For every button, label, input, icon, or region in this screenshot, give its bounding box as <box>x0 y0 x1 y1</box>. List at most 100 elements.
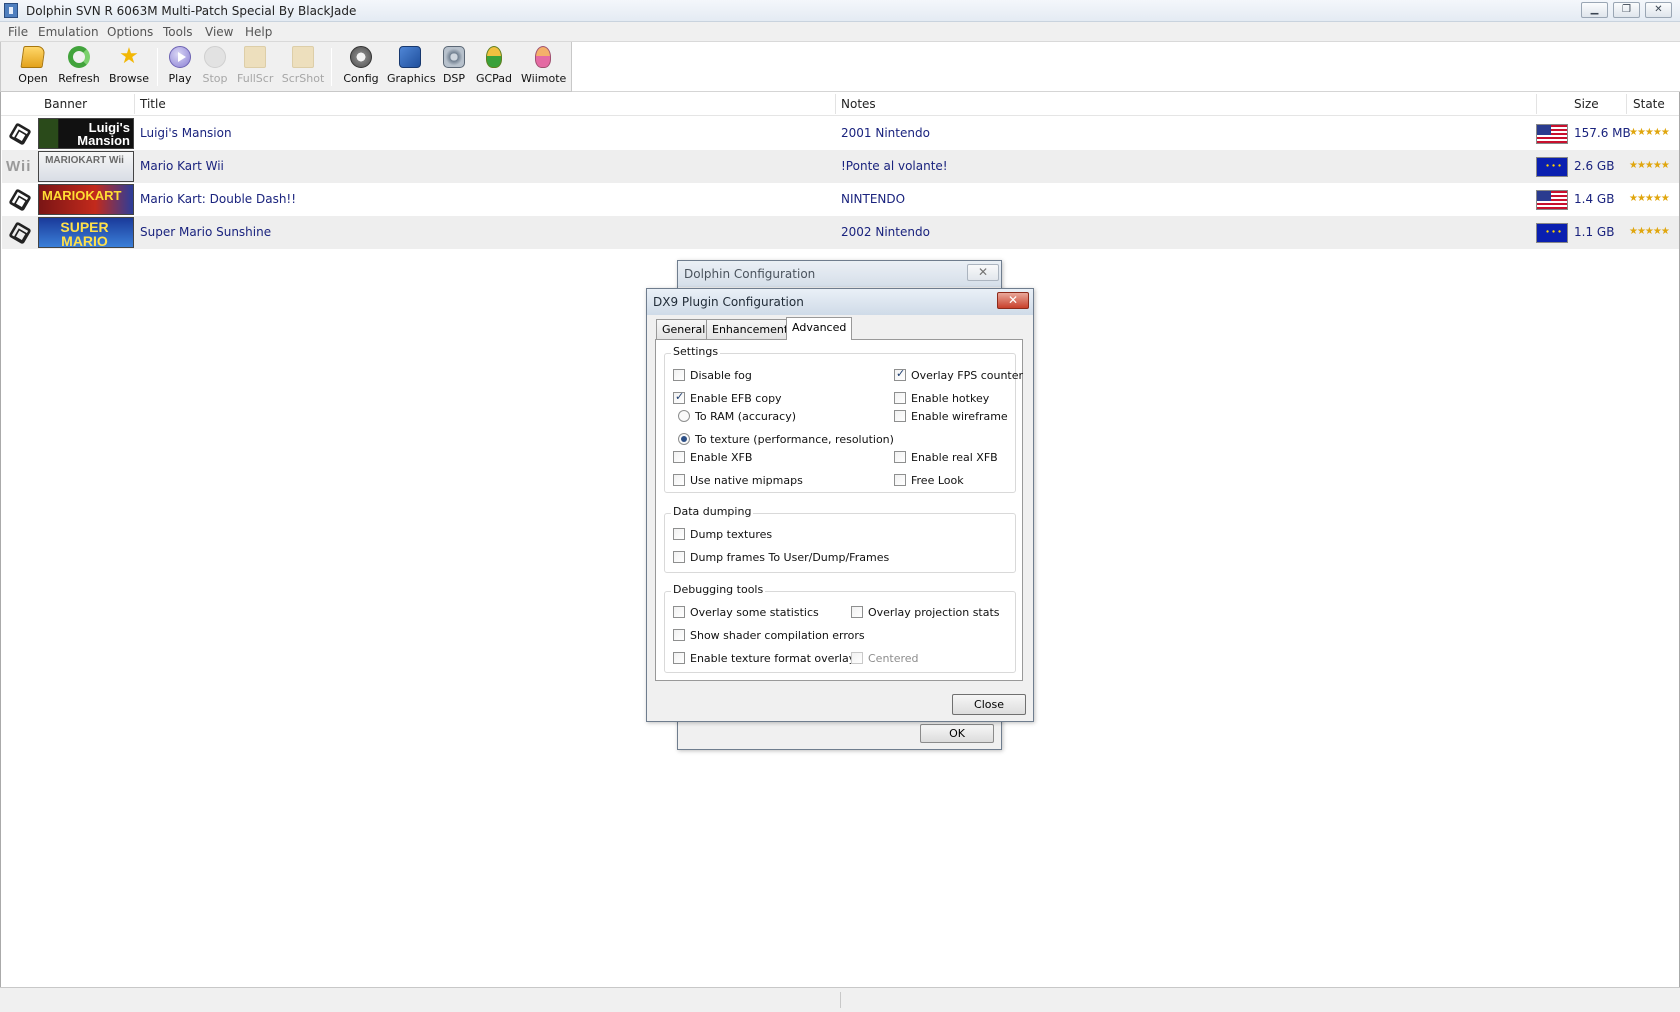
star-icon: ★ <box>119 44 139 69</box>
option-label: To RAM (accuracy) <box>695 410 796 423</box>
dsp-button[interactable]: DSP <box>439 46 469 90</box>
column-divider[interactable] <box>1626 94 1627 114</box>
status-bar <box>0 987 1680 1012</box>
game-size: 2.6 GB <box>1574 159 1615 173</box>
game-size: 157.6 MB <box>1574 126 1631 140</box>
column-banner[interactable]: Banner <box>44 97 87 111</box>
graphics-button[interactable]: Graphics <box>387 46 436 90</box>
game-size: 1.4 GB <box>1574 192 1615 206</box>
column-divider[interactable] <box>134 94 135 114</box>
screenshot-button[interactable]: ScrShot <box>281 46 325 90</box>
menu-file[interactable]: File <box>8 25 28 39</box>
close-icon[interactable]: ✕ <box>997 292 1029 309</box>
refresh-label: Refresh <box>58 72 100 85</box>
browse-button[interactable]: ★ Browse <box>107 46 151 90</box>
column-divider[interactable] <box>835 94 836 114</box>
title-bar: Dolphin SVN R 6063M Multi-Patch Special … <box>0 0 1680 22</box>
config-button[interactable]: Config <box>341 46 381 90</box>
refresh-button[interactable]: Refresh <box>57 46 101 90</box>
table-row[interactable]: MARIOKART Mario Kart: Double Dash!! NINT… <box>2 183 1679 216</box>
enable-xfb-checkbox[interactable]: Enable XFB <box>673 451 752 464</box>
stop-button[interactable]: Stop <box>201 46 229 90</box>
tab-general[interactable]: General <box>656 319 712 339</box>
table-row[interactable]: SUPER MARIO SUNSHINE Super Mario Sunshin… <box>2 216 1679 249</box>
menu-tools[interactable]: Tools <box>163 25 193 39</box>
play-button[interactable]: Play <box>165 46 195 90</box>
game-banner: MARIOKART Wii <box>38 151 134 182</box>
group-label: Settings <box>671 345 721 358</box>
column-notes[interactable]: Notes <box>841 97 876 111</box>
dialog-title-bar: Dolphin Configuration ✕ <box>678 261 1001 287</box>
game-size: 1.1 GB <box>1574 225 1615 239</box>
dialog-title: DX9 Plugin Configuration <box>653 295 804 309</box>
to-ram-radio[interactable]: To RAM (accuracy) <box>678 410 796 423</box>
menu-view[interactable]: View <box>205 25 233 39</box>
gcpad-button[interactable]: GCPad <box>475 46 513 90</box>
rating-stars: ★★★★★ <box>1629 226 1670 237</box>
advanced-tab-panel: Settings Disable fog Enable EFB copy To … <box>655 339 1023 681</box>
option-label: Enable wireframe <box>911 410 1008 423</box>
folder-open-icon <box>20 46 46 68</box>
table-row[interactable]: Wii MARIOKART Wii Mario Kart Wii !Ponte … <box>2 150 1679 183</box>
checkbox-icon <box>673 606 685 618</box>
option-label: Enable XFB <box>690 451 753 464</box>
checkbox-checked-icon <box>673 390 685 404</box>
dialog-title-bar: DX9 Plugin Configuration ✕ <box>647 289 1033 315</box>
option-label: Overlay some statistics <box>690 606 819 619</box>
usa-flag-icon <box>1536 124 1568 144</box>
enable-efb-copy-checkbox[interactable]: Enable EFB copy <box>673 390 782 405</box>
toolbar-separator <box>331 48 332 86</box>
column-state[interactable]: State <box>1633 97 1665 111</box>
checkbox-icon <box>673 551 685 563</box>
graphics-card-icon <box>399 46 421 68</box>
gamecube-icon <box>8 188 32 212</box>
close-icon[interactable]: ✕ <box>967 264 999 281</box>
data-dumping-group: Data dumping Dump textures Dump frames T… <box>664 505 1016 573</box>
dump-textures-checkbox[interactable]: Dump textures <box>673 528 772 541</box>
overlay-statistics-checkbox[interactable]: Overlay some statistics <box>673 606 819 619</box>
column-title[interactable]: Title <box>140 97 166 111</box>
enable-real-xfb-checkbox[interactable]: Enable real XFB <box>894 451 998 464</box>
shader-errors-checkbox[interactable]: Show shader compilation errors <box>673 629 865 642</box>
fullscreen-button[interactable]: FullScr <box>237 46 273 90</box>
centered-checkbox[interactable]: Centered <box>851 652 919 665</box>
minimize-button[interactable]: ▁ <box>1581 2 1608 18</box>
option-label: Enable EFB copy <box>690 392 782 405</box>
option-label: Overlay FPS counter <box>911 369 1024 382</box>
rating-stars: ★★★★★ <box>1629 160 1670 171</box>
column-size[interactable]: Size <box>1574 97 1599 111</box>
gamepad-user-icon <box>486 46 502 68</box>
texture-format-overlay-checkbox[interactable]: Enable texture format overlay <box>673 652 855 665</box>
wiimote-button[interactable]: Wiimote <box>521 46 566 90</box>
menu-emulation[interactable]: Emulation <box>38 25 99 39</box>
dsp-label: DSP <box>442 72 466 85</box>
table-row[interactable]: Luigi's Mansion Luigi's Mansion 2001 Nin… <box>2 117 1679 150</box>
menu-options[interactable]: Options <box>107 25 153 39</box>
disable-fog-checkbox[interactable]: Disable fog <box>673 369 752 382</box>
toolbar-separator <box>157 48 158 86</box>
game-title: Mario Kart: Double Dash!! <box>140 192 297 206</box>
dump-frames-checkbox[interactable]: Dump frames To User/Dump/Frames <box>673 551 889 564</box>
fullscr-label: FullScr <box>237 72 274 85</box>
menu-help[interactable]: Help <box>245 25 272 39</box>
restore-button[interactable]: ❐ <box>1613 2 1640 18</box>
free-look-checkbox[interactable]: Free Look <box>894 474 964 487</box>
rating-stars: ★★★★★ <box>1629 127 1670 138</box>
game-notes: !Ponte al volante! <box>841 159 948 173</box>
enable-hotkey-checkbox[interactable]: Enable hotkey <box>894 392 989 405</box>
checkbox-icon <box>673 629 685 641</box>
refresh-icon <box>68 46 90 68</box>
tab-advanced[interactable]: Advanced <box>786 317 853 340</box>
play-label: Play <box>168 72 192 85</box>
wiimote-user-icon <box>535 46 551 68</box>
native-mipmaps-checkbox[interactable]: Use native mipmaps <box>673 474 803 487</box>
column-divider[interactable] <box>1536 94 1537 114</box>
ok-button[interactable]: OK <box>920 724 994 743</box>
to-texture-radio[interactable]: To texture (performance, resolution) <box>678 433 894 446</box>
overlay-fps-checkbox[interactable]: Overlay FPS counter <box>894 367 1024 382</box>
open-button[interactable]: Open <box>15 46 51 90</box>
overlay-projection-checkbox[interactable]: Overlay projection stats <box>851 606 1000 619</box>
close-button[interactable]: Close <box>952 694 1026 715</box>
enable-wireframe-checkbox[interactable]: Enable wireframe <box>894 410 1008 423</box>
close-window-button[interactable]: ✕ <box>1645 2 1672 18</box>
